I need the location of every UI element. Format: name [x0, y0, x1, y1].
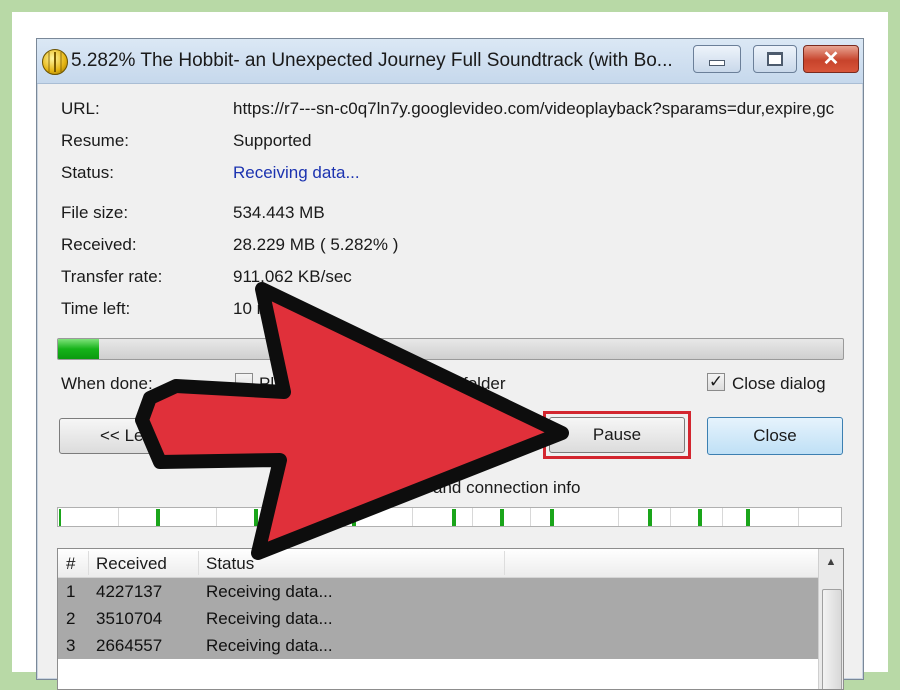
annotation-arrow-icon	[135, 282, 569, 560]
arrow-shape	[135, 282, 569, 560]
